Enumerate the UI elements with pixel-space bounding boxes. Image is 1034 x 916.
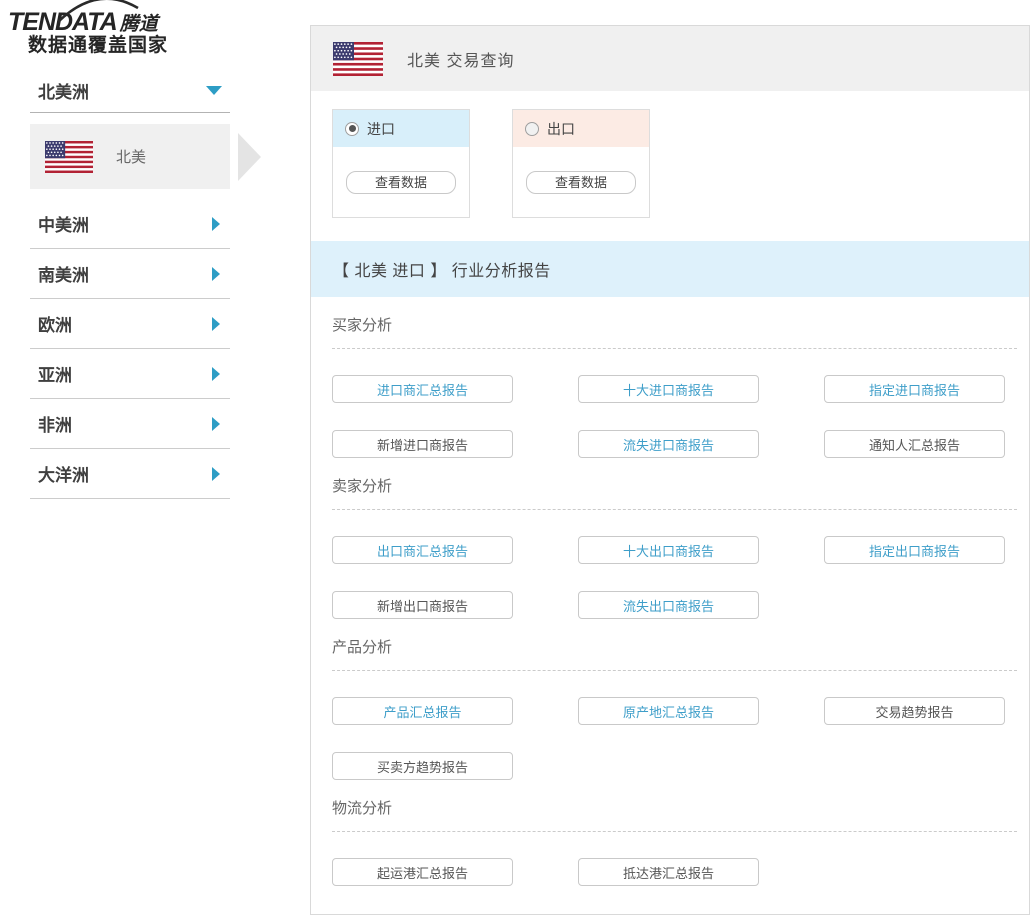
region-label: 大洋洲 [38,461,89,486]
section-title: 买家分析 [332,316,1029,336]
logo-swoosh-icon [52,0,144,29]
region-label: 北美洲 [38,78,89,103]
report-button-row: 产品汇总报告 原产地汇总报告 交易趋势报告 [332,697,1029,725]
section-divider [332,831,1017,832]
sidebar-item-region[interactable]: 非洲 [30,399,230,449]
report-button[interactable]: 交易趋势报告 [824,697,1005,725]
section-title: 产品分析 [332,638,1029,658]
export-box: 出口 查看数据 [512,109,650,218]
region-label: 亚洲 [38,361,72,386]
report-button[interactable]: 新增出口商报告 [332,591,513,619]
section-divider [332,670,1017,671]
export-label: 出口 [547,119,575,139]
report-button-row: 起运港汇总报告 抵达港汇总报告 [332,858,1029,886]
report-button[interactable]: 十大进口商报告 [578,375,759,403]
section-divider [332,509,1017,510]
report-button[interactable]: 指定进口商报告 [824,375,1005,403]
sidebar-item-region[interactable]: 欧洲 [30,299,230,349]
import-view-data-button[interactable]: 查看数据 [346,171,456,194]
chevron-down-icon [206,86,222,95]
report-button[interactable]: 抵达港汇总报告 [578,858,759,886]
report-button-row: 进口商汇总报告 十大进口商报告 指定进口商报告 [332,375,1029,403]
region-label: 南美洲 [38,261,89,286]
report-sections: 买家分析进口商汇总报告 十大进口商报告 指定进口商报告新增进口商报告 流失进口商报告 通… [311,316,1029,886]
main-panel: 北美 交易查询 进口 查看数据 出口 查看数据 【 北美 进口 】 行业分析报告… [310,25,1030,915]
sidebar-item-region[interactable]: 大洋洲 [30,449,230,499]
report-button[interactable]: 流失出口商报告 [578,591,759,619]
section-title: 物流分析 [332,799,1029,819]
report-button[interactable]: 通知人汇总报告 [824,430,1005,458]
sidebar-item-north-america-region[interactable]: 北美洲 [30,68,230,113]
sidebar-item-north-america-country[interactable]: 北美 [30,124,230,189]
chevron-right-icon [212,217,220,231]
report-banner: 【 北美 进口 】 行业分析报告 [311,241,1029,297]
section-title: 卖家分析 [332,477,1029,497]
import-box-header[interactable]: 进口 [333,110,469,147]
report-button[interactable]: 买卖方趋势报告 [332,752,513,780]
us-flag-icon [333,42,383,76]
report-button[interactable]: 出口商汇总报告 [332,536,513,564]
report-button[interactable]: 进口商汇总报告 [332,375,513,403]
import-label: 进口 [367,119,395,139]
panel-header: 北美 交易查询 [311,26,1029,91]
report-button[interactable]: 十大出口商报告 [578,536,759,564]
report-button-row: 新增进口商报告 流失进口商报告 通知人汇总报告 [332,430,1029,458]
sidebar-item-region[interactable]: 南美洲 [30,249,230,299]
report-button[interactable]: 产品汇总报告 [332,697,513,725]
us-flag-icon [45,141,93,173]
region-label: 非洲 [38,411,72,436]
sidebar: 北美洲 北美 中美洲南美洲欧洲亚洲非洲大洋洲 [30,68,230,499]
export-box-header[interactable]: 出口 [513,110,649,147]
section-divider [332,348,1017,349]
region-label: 中美洲 [38,211,89,236]
report-button[interactable]: 流失进口商报告 [578,430,759,458]
page-title: 北美 交易查询 [407,47,514,71]
country-label: 北美 [116,146,146,167]
region-label: 欧洲 [38,311,72,336]
trade-direction-row: 进口 查看数据 出口 查看数据 [332,109,1029,218]
chevron-right-icon [212,317,220,331]
logo-brand-line: TENDATA腾道 [8,8,238,37]
sidebar-item-region[interactable]: 中美洲 [30,199,230,249]
report-button-row: 买卖方趋势报告 [332,752,1029,780]
report-button[interactable]: 指定出口商报告 [824,536,1005,564]
export-view-data-button[interactable]: 查看数据 [526,171,636,194]
import-box: 进口 查看数据 [332,109,470,218]
pointer-arrow-icon [238,133,261,181]
chevron-right-icon [212,417,220,431]
import-radio[interactable] [345,122,359,136]
logo: TENDATA腾道 数据通覆盖国家 [8,8,238,57]
report-button-row: 出口商汇总报告 十大出口商报告 指定出口商报告 [332,536,1029,564]
chevron-right-icon [212,267,220,281]
sidebar-item-region[interactable]: 亚洲 [30,349,230,399]
report-button[interactable]: 新增进口商报告 [332,430,513,458]
chevron-right-icon [212,367,220,381]
sidebar-region-list: 中美洲南美洲欧洲亚洲非洲大洋洲 [30,199,230,499]
report-button[interactable]: 起运港汇总报告 [332,858,513,886]
chevron-right-icon [212,467,220,481]
export-radio[interactable] [525,122,539,136]
report-button-row: 新增出口商报告 流失出口商报告 [332,591,1029,619]
report-button[interactable]: 原产地汇总报告 [578,697,759,725]
